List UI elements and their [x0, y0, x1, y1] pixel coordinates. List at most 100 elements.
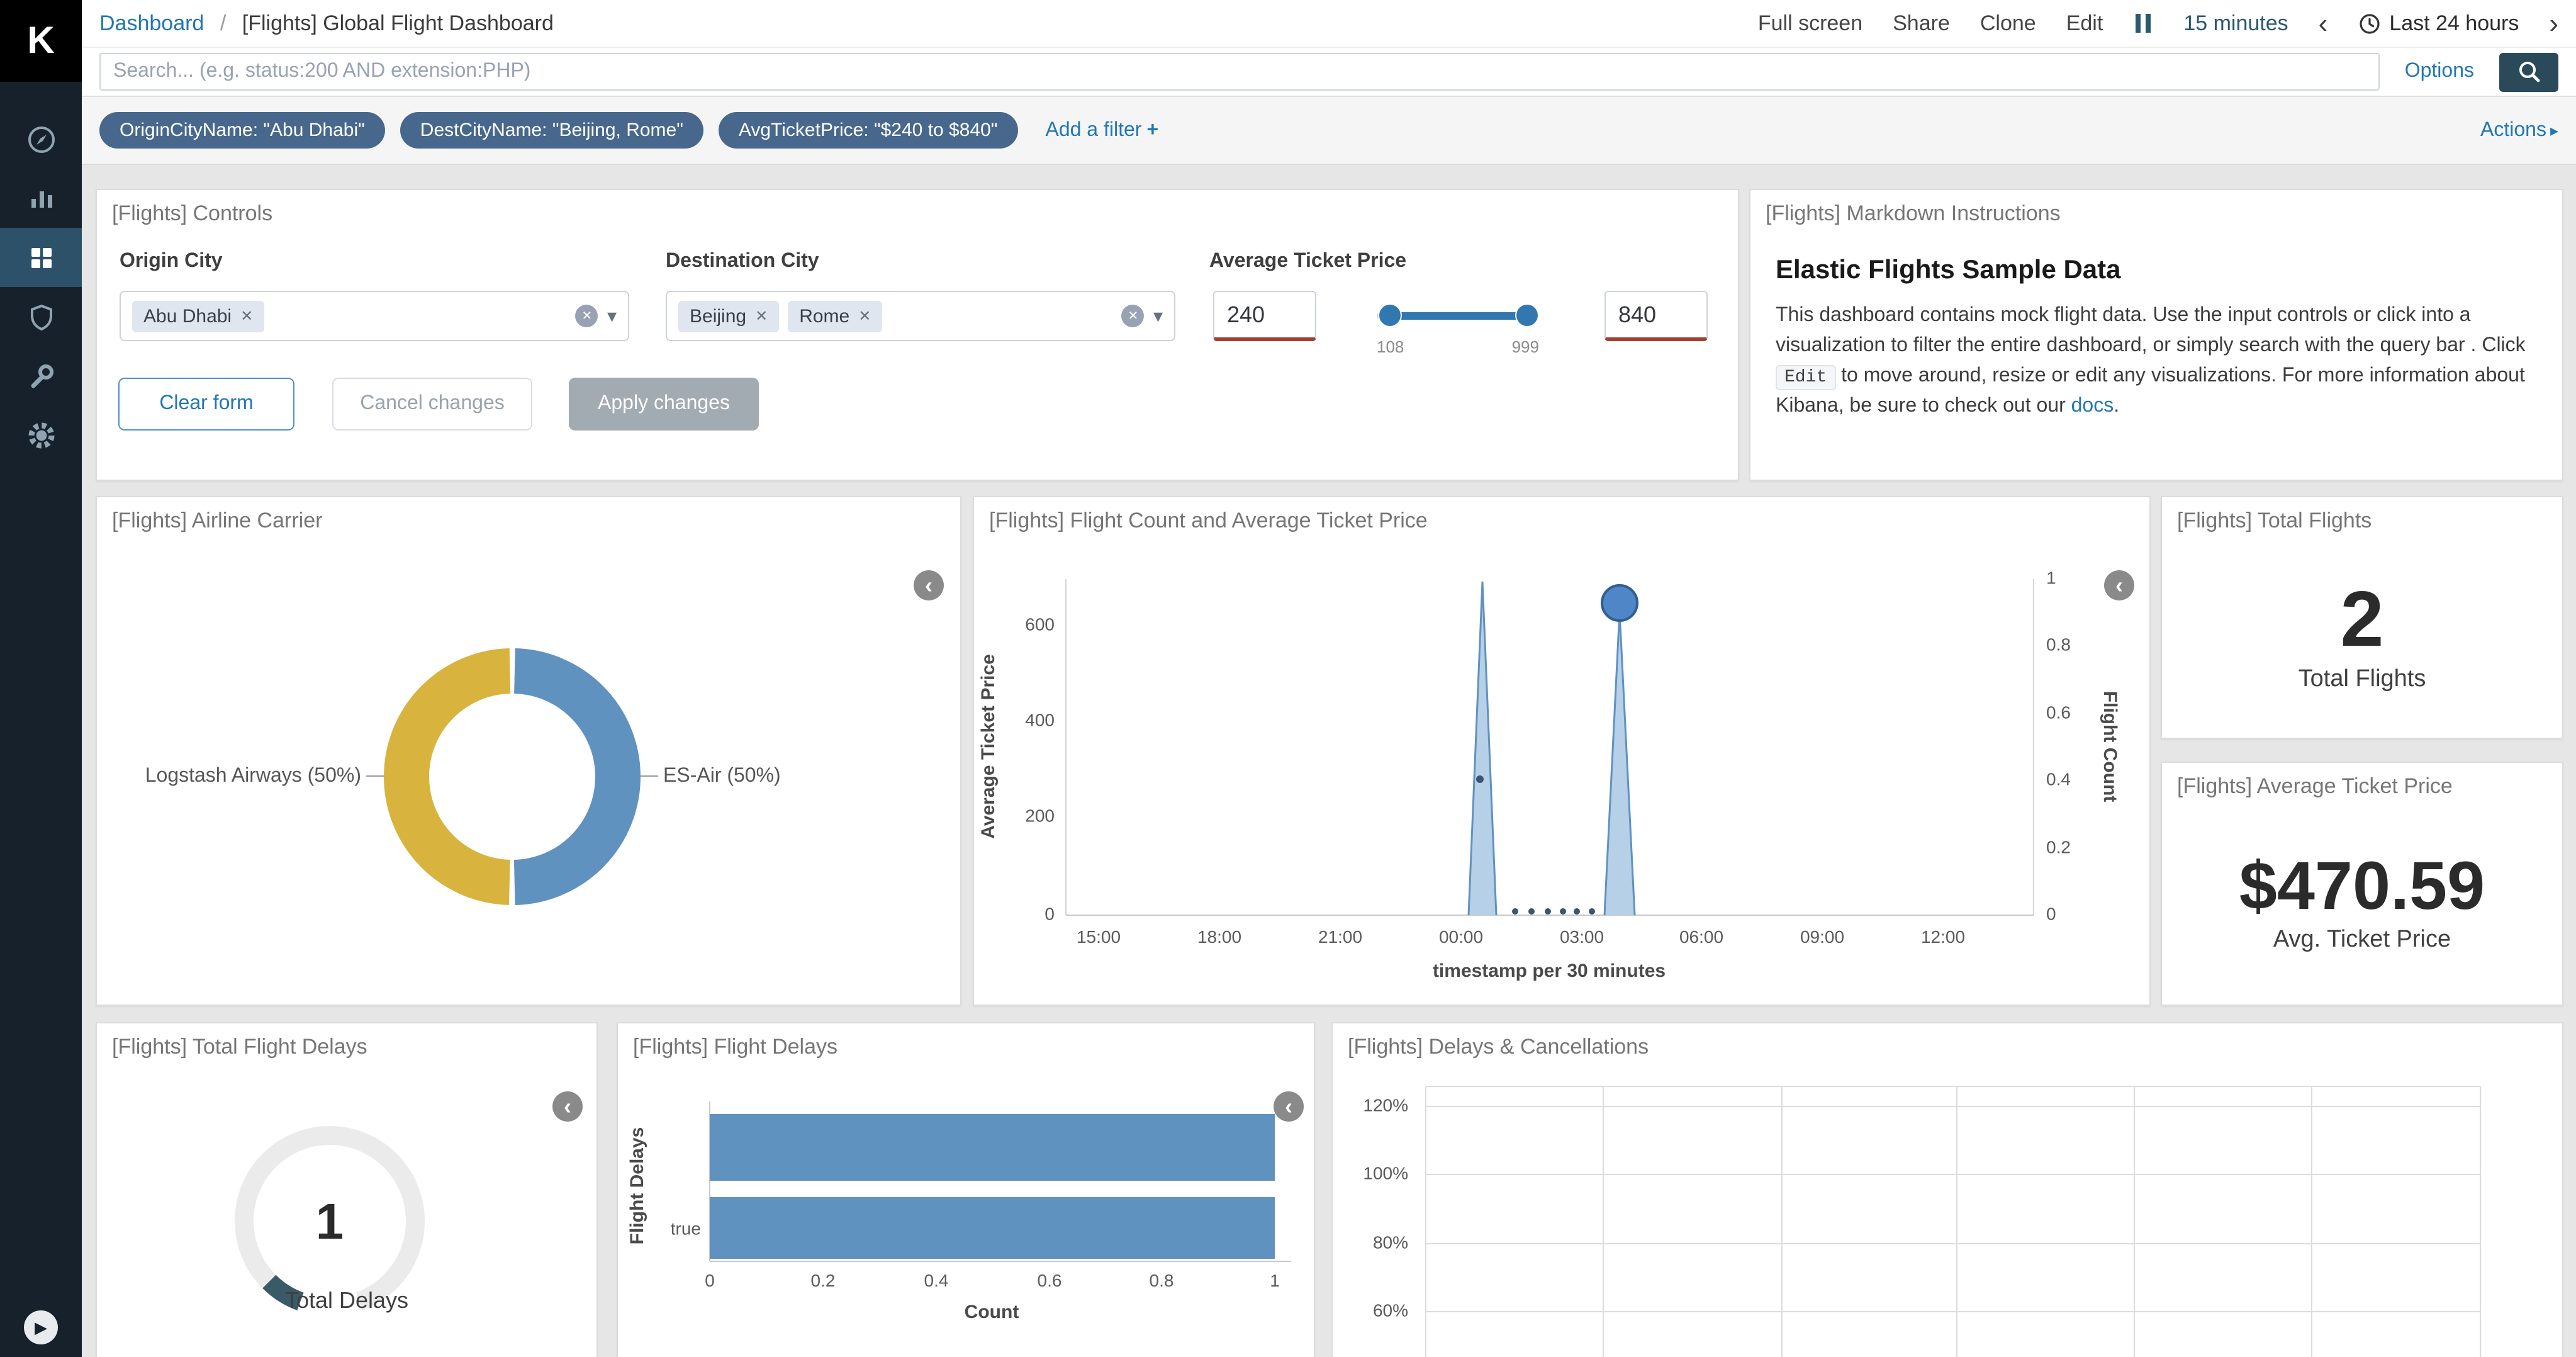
panel-delays-cancellations: [Flights] Delays & Cancellations — [1331, 1022, 2563, 1357]
markdown-text: . — [2114, 395, 2119, 417]
sidebar-item-dev-tools[interactable] — [0, 346, 82, 405]
time-picker-button[interactable]: Last 24 hours — [2358, 11, 2519, 36]
metric-label: Total Flights — [2299, 665, 2426, 693]
combobox-pill: Abu Dhabi ✕ — [132, 300, 264, 332]
edit-button[interactable]: Edit — [2066, 11, 2103, 36]
svg-text:0.8: 0.8 — [1150, 1271, 1174, 1290]
label-line — [641, 775, 658, 777]
svg-text:1: 1 — [2046, 568, 2056, 587]
origin-city-combobox[interactable]: Abu Dhabi ✕ ✕ ▾ — [120, 291, 629, 341]
metric[interactable]: $470.59 Avg. Ticket Price — [2162, 801, 2562, 1005]
category-label: true — [671, 1219, 701, 1238]
slider-fill — [1390, 312, 1528, 320]
kibana-logo[interactable]: K — [0, 0, 82, 82]
metric-label: Avg. Ticket Price — [2273, 926, 2451, 954]
pause-refresh-button[interactable] — [2133, 14, 2153, 33]
time-forward-button[interactable]: › — [2549, 9, 2558, 37]
panel-average-ticket-price: [Flights] Average Ticket Price $470.59 A… — [2161, 762, 2563, 1006]
metric[interactable]: 2 Total Flights — [2162, 535, 2562, 738]
slider-max-label: 999 — [1512, 337, 1539, 356]
svg-text:0.8: 0.8 — [2046, 634, 2071, 654]
sidebar-item-management[interactable] — [0, 405, 82, 465]
svg-text:06:00: 06:00 — [1679, 927, 1723, 947]
svg-text:100%: 100% — [1363, 1163, 1408, 1183]
bar-true-2[interactable] — [710, 1197, 1275, 1259]
visualize-barchart-icon — [25, 182, 57, 215]
search-button[interactable] — [2499, 52, 2558, 91]
metric-value: $470.59 — [2239, 851, 2485, 922]
y-axis-ticks: 120% 100% 80% 60% — [1363, 1095, 1408, 1320]
destination-city-label: Destination City — [666, 251, 819, 273]
share-button[interactable]: Share — [1893, 11, 1950, 36]
svg-text:0: 0 — [1044, 904, 1055, 923]
cancel-changes-button[interactable]: Cancel changes — [332, 378, 532, 431]
filter-pill-avg-ticket-price[interactable]: AvgTicketPrice: "$240 to $840" — [719, 112, 1018, 149]
markdown-heading: Elastic Flights Sample Data — [1776, 256, 2537, 286]
breadcrumb-separator: / — [220, 11, 226, 35]
collapse-nav-button[interactable]: ▶ — [24, 1310, 58, 1344]
clear-selection-icon[interactable]: ✕ — [576, 305, 598, 327]
sidebar-item-discover[interactable] — [0, 110, 82, 169]
breadcrumb: Dashboard / [Flights] Global Flight Dash… — [99, 11, 554, 36]
filter-bar: OriginCityName: "Abu Dhabi" DestCityName… — [82, 97, 2576, 165]
clone-button[interactable]: Clone — [1980, 11, 2036, 36]
svg-text:400: 400 — [1025, 710, 1055, 729]
docs-link[interactable]: docs — [2071, 395, 2114, 417]
chevron-down-icon[interactable]: ▾ — [607, 305, 617, 327]
sidebar-item-dashboard[interactable] — [0, 228, 82, 287]
spy-panel-icon[interactable]: ‹ — [552, 1091, 583, 1122]
clear-form-button[interactable]: Clear form — [118, 378, 294, 431]
sidebar-item-monitoring[interactable] — [0, 287, 82, 346]
panel-markdown-instructions: [Flights] Markdown Instructions Elastic … — [1749, 189, 2563, 481]
delays-cancellations-chart[interactable]: 120% 100% 80% 60% — [1333, 1069, 2565, 1357]
airline-donut-chart[interactable] — [361, 626, 663, 928]
flight-count-chart[interactable]: 0 200 400 600 0 0.2 0.4 0.6 0.8 1 15 — [974, 543, 2152, 1006]
filter-pill-origin-city[interactable]: OriginCityName: "Abu Dhabi" — [99, 112, 385, 149]
remove-pill-icon[interactable]: ✕ — [240, 307, 253, 325]
query-options-link[interactable]: Options — [2405, 60, 2474, 83]
apply-changes-button[interactable]: Apply changes — [569, 378, 759, 431]
panel-title: [Flights] Airline Carrier — [97, 497, 960, 545]
combobox-pill: Beijing ✕ — [678, 300, 779, 332]
svg-text:00:00: 00:00 — [1439, 927, 1483, 947]
svg-text:0.4: 0.4 — [924, 1271, 949, 1290]
y-axis-right-title: Flight Count — [2100, 691, 2120, 802]
price-min-input[interactable] — [1213, 291, 1316, 341]
bar-true-1[interactable] — [710, 1114, 1275, 1181]
remove-pill-icon[interactable]: ✕ — [755, 307, 768, 325]
clear-selection-icon[interactable]: ✕ — [1122, 305, 1145, 327]
y-axis-left-ticks: 0 200 400 600 — [1025, 614, 1055, 923]
page-title: [Flights] Global Flight Dashboard — [242, 11, 554, 35]
refresh-interval-button[interactable]: 15 minutes — [2183, 11, 2288, 36]
destination-city-combobox[interactable]: Beijing ✕ Rome ✕ ✕ ▾ — [666, 291, 1175, 341]
svg-text:120%: 120% — [1363, 1095, 1408, 1115]
spy-panel-icon[interactable]: ‹ — [914, 570, 944, 600]
panel-total-flights: [Flights] Total Flights 2 Total Flights — [2161, 496, 2563, 739]
flight-delays-bar-chart[interactable]: true 0 0.2 0.4 0.6 0.8 1 Count Flight De… — [618, 1069, 1316, 1357]
svg-text:0.2: 0.2 — [2046, 837, 2071, 857]
axis-lines — [1066, 579, 2034, 915]
breadcrumb-dashboard-link[interactable]: Dashboard — [99, 11, 204, 35]
flight-count-marker[interactable] — [1602, 585, 1637, 621]
filter-pill-dest-city[interactable]: DestCityName: "Beijing, Rome" — [400, 112, 703, 149]
remove-pill-icon[interactable]: ✕ — [858, 307, 871, 325]
discover-compass-icon — [25, 123, 57, 155]
chevron-down-icon[interactable]: ▾ — [1153, 305, 1163, 327]
slider-handle-max[interactable] — [1516, 305, 1538, 326]
fullscreen-button[interactable]: Full screen — [1758, 11, 1862, 36]
filter-actions-button[interactable]: Actions▸ — [2480, 119, 2558, 142]
time-back-button[interactable]: ‹ — [2319, 9, 2328, 37]
add-filter-button[interactable]: Add a filter+ — [1045, 119, 1158, 142]
main-area: Dashboard / [Flights] Global Flight Dash… — [82, 0, 2576, 1357]
kibana-dashboard-app: K — [0, 0, 2576, 1357]
sidebar: K — [0, 0, 82, 1357]
svg-text:200: 200 — [1025, 806, 1055, 825]
search-input[interactable] — [99, 53, 2380, 91]
avg-price-area-series[interactable] — [1469, 582, 1635, 915]
slider-handle-min[interactable] — [1380, 305, 1401, 326]
markdown-text: This dashboard contains mock flight data… — [1776, 305, 2526, 356]
panel-title: [Flights] Flight Count and Average Ticke… — [974, 497, 2149, 545]
price-max-input[interactable] — [1604, 291, 1708, 341]
sidebar-item-visualize[interactable] — [0, 169, 82, 228]
price-range-slider[interactable]: 108 999 — [1377, 297, 1539, 335]
